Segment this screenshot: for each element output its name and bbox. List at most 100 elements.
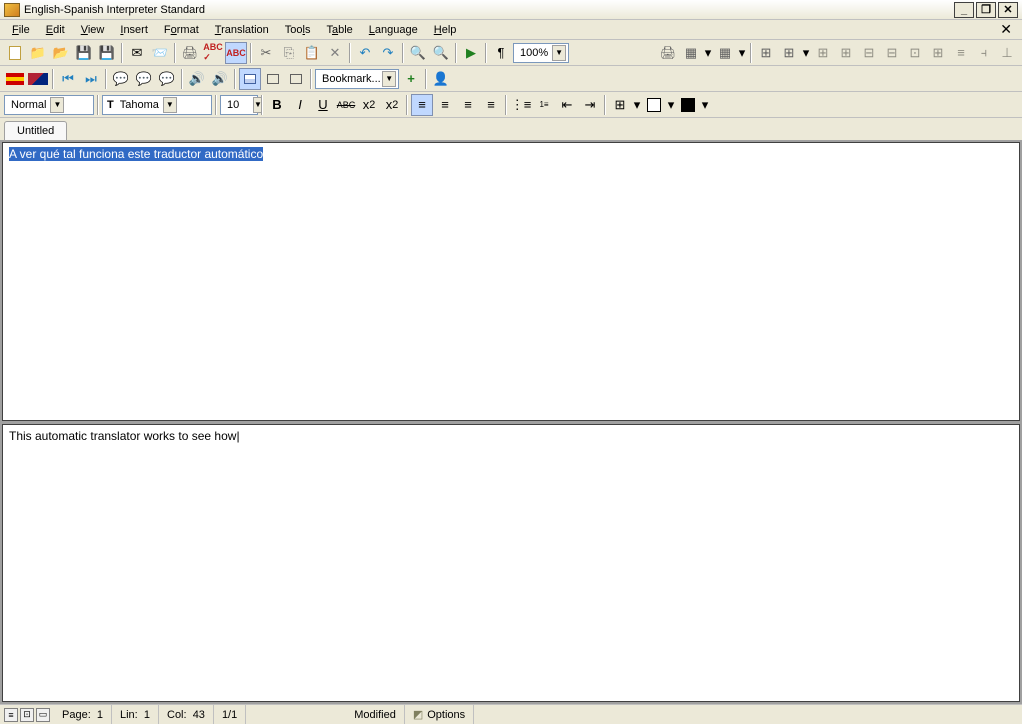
- table2-button[interactable]: ⊞: [778, 42, 800, 64]
- close-button[interactable]: ✕: [998, 2, 1018, 18]
- print-button[interactable]: 🖨: [179, 42, 201, 64]
- flag-english-button[interactable]: [27, 68, 49, 90]
- grid1-dd[interactable]: ▾: [703, 42, 713, 64]
- view-mode-1[interactable]: ≡: [4, 708, 18, 722]
- highlight-button[interactable]: [643, 94, 665, 116]
- mail-button[interactable]: ✉: [126, 42, 148, 64]
- spell-as-type-button[interactable]: ABC: [225, 42, 247, 64]
- minimize-button[interactable]: _: [954, 2, 974, 18]
- paste-button[interactable]: 📋: [301, 42, 323, 64]
- view-mode-2[interactable]: ⊡: [20, 708, 34, 722]
- outdent-button[interactable]: ⇤: [556, 94, 578, 116]
- indent-button[interactable]: ⇥: [579, 94, 601, 116]
- table2-dd[interactable]: ▾: [801, 42, 811, 64]
- font-combo[interactable]: T Tahoma ▼: [102, 95, 212, 115]
- underline-button[interactable]: U: [312, 94, 334, 116]
- target-text: This automatic translator works to see h…: [9, 429, 236, 443]
- bold-button[interactable]: B: [266, 94, 288, 116]
- skip-fwd-button[interactable]: ⏭: [80, 68, 102, 90]
- source-pane[interactable]: A ver qué tal funciona este traductor au…: [2, 142, 1020, 421]
- cut-button[interactable]: ✂: [255, 42, 277, 64]
- maximize-button[interactable]: ❐: [976, 2, 996, 18]
- source-text: A ver qué tal funciona este traductor au…: [9, 147, 263, 161]
- size-combo[interactable]: 10 ▼: [220, 95, 258, 115]
- view-mode-3[interactable]: ▭: [36, 708, 50, 722]
- layout-single1-button[interactable]: [262, 68, 284, 90]
- bookmark-text: Bookmark...: [318, 73, 382, 85]
- menu-tools[interactable]: Tools: [277, 22, 319, 38]
- align-left-button[interactable]: ≡: [411, 94, 433, 116]
- bookmark-combo[interactable]: Bookmark... ▼: [315, 69, 399, 89]
- flag-spanish-button[interactable]: [4, 68, 26, 90]
- find-button[interactable]: 🔍: [407, 42, 429, 64]
- menu-help[interactable]: Help: [426, 22, 465, 38]
- menu-format[interactable]: Format: [156, 22, 207, 38]
- undo-button[interactable]: ↶: [354, 42, 376, 64]
- style-dd-icon[interactable]: ▼: [50, 97, 64, 113]
- skip-back-button[interactable]: ⏮: [57, 68, 79, 90]
- bookmark-dd-icon[interactable]: ▼: [382, 71, 396, 87]
- subscript-button[interactable]: x2: [358, 94, 380, 116]
- border-button[interactable]: ⊞: [609, 94, 631, 116]
- tab-untitled[interactable]: Untitled: [4, 121, 67, 140]
- bubble1-button[interactable]: 💬: [110, 68, 132, 90]
- strike-button[interactable]: ABC: [335, 94, 357, 116]
- speak2-button[interactable]: 🔊: [209, 68, 231, 90]
- zoom-combo[interactable]: 100% ▼: [513, 43, 569, 63]
- replace-button[interactable]: 🔍: [430, 42, 452, 64]
- pilcrow-button[interactable]: ¶: [490, 42, 512, 64]
- grid2-dd[interactable]: ▾: [737, 42, 747, 64]
- copy-button[interactable]: ⎘: [278, 42, 300, 64]
- menu-table[interactable]: Table: [318, 22, 360, 38]
- menu-file[interactable]: File: [4, 22, 38, 38]
- save-button[interactable]: 💾: [73, 42, 95, 64]
- user-button[interactable]: 👤: [430, 68, 452, 90]
- col-label: Col:: [167, 709, 187, 721]
- layout-single2-button[interactable]: [285, 68, 307, 90]
- grid2-button[interactable]: ▦: [714, 42, 736, 64]
- translate-button[interactable]: ▶: [460, 42, 482, 64]
- align-right-button[interactable]: ≡: [457, 94, 479, 116]
- font-color-dd[interactable]: ▾: [700, 94, 710, 116]
- speak-button[interactable]: 🔊: [186, 68, 208, 90]
- split-button: ⊞: [927, 42, 949, 64]
- spellcheck-button[interactable]: ABC✓: [202, 42, 224, 64]
- target-pane[interactable]: This automatic translator works to see h…: [2, 424, 1020, 703]
- layout-split-button[interactable]: [239, 68, 261, 90]
- grid1-button[interactable]: ▦: [680, 42, 702, 64]
- print2-button[interactable]: 🖨: [657, 42, 679, 64]
- style-combo[interactable]: Normal ▼: [4, 95, 94, 115]
- status-pages: 1/1: [214, 705, 246, 724]
- bubble3-button[interactable]: 💬: [156, 68, 178, 90]
- menu-translation[interactable]: Translation: [207, 22, 277, 38]
- border-dd[interactable]: ▾: [632, 94, 642, 116]
- menu-edit[interactable]: Edit: [38, 22, 73, 38]
- menu-insert[interactable]: Insert: [112, 22, 156, 38]
- superscript-button[interactable]: x2: [381, 94, 403, 116]
- font-dd-icon[interactable]: ▼: [163, 97, 177, 113]
- add-bookmark-button[interactable]: +: [400, 68, 422, 90]
- highlight-dd[interactable]: ▾: [666, 94, 676, 116]
- align-justify-button[interactable]: ≡: [480, 94, 502, 116]
- align-center-button[interactable]: ≡: [434, 94, 456, 116]
- status-options[interactable]: ◩ Options: [405, 705, 474, 724]
- numbering-button[interactable]: 1≡: [533, 94, 555, 116]
- new-button[interactable]: [4, 42, 26, 64]
- bubble2-button[interactable]: 💬: [133, 68, 155, 90]
- save-all-button[interactable]: 💾: [96, 42, 118, 64]
- close-doc-button[interactable]: 📂: [50, 42, 72, 64]
- menu-language[interactable]: Language: [361, 22, 426, 38]
- font-color-button[interactable]: [677, 94, 699, 116]
- options-icon: ◩: [413, 708, 423, 721]
- table1-button[interactable]: ⊞: [755, 42, 777, 64]
- menu-view[interactable]: View: [73, 22, 113, 38]
- menu-close-button[interactable]: ✕: [994, 21, 1018, 38]
- open-button[interactable]: 📁: [27, 42, 49, 64]
- redo-button[interactable]: ↷: [377, 42, 399, 64]
- mail-open-button[interactable]: 📨: [149, 42, 171, 64]
- zoom-dropdown-icon[interactable]: ▼: [552, 45, 566, 61]
- status-modified: Modified: [346, 705, 405, 724]
- bullets-button[interactable]: ⋮≡: [510, 94, 532, 116]
- italic-button[interactable]: I: [289, 94, 311, 116]
- delete-button[interactable]: ✕: [324, 42, 346, 64]
